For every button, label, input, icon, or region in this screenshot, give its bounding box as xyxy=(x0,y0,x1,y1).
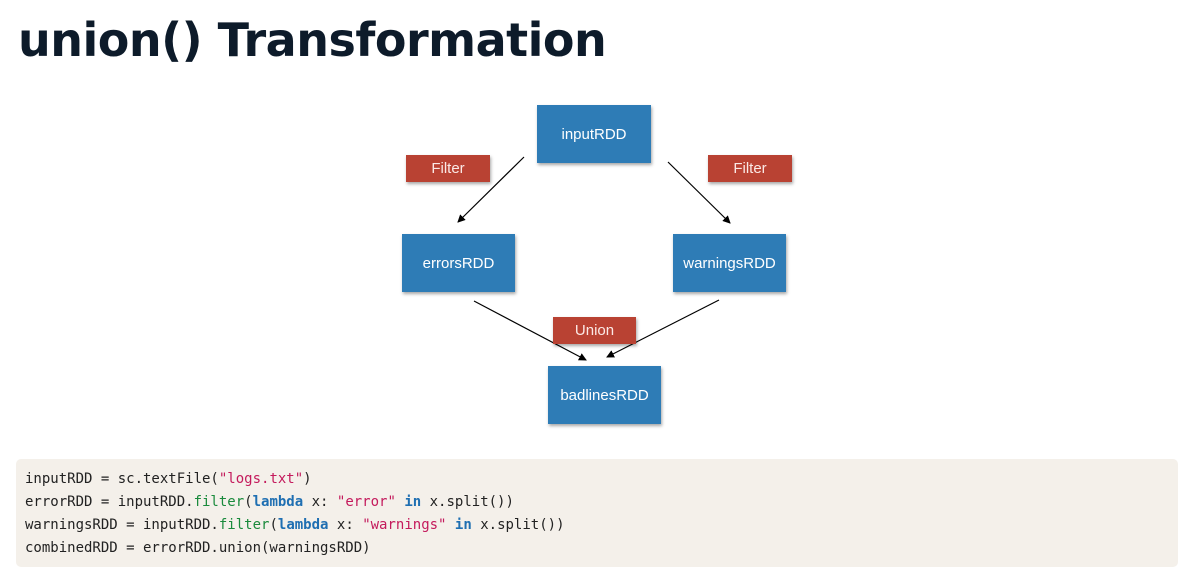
code-token: filter xyxy=(218,517,270,533)
code-token: combinedRDD = errorRDD.union(warningsRDD… xyxy=(25,540,371,556)
node-warningsRDD: warningsRDD xyxy=(673,234,786,292)
code-token: "error" xyxy=(336,494,396,510)
code-token: in xyxy=(454,517,472,533)
code-token: in xyxy=(404,494,422,510)
code-token: "warnings" xyxy=(362,517,447,533)
code-token: ( xyxy=(269,517,278,533)
operation-filter-left: Filter xyxy=(406,155,490,182)
code-token: x.split()) xyxy=(421,494,514,510)
code-token: x.split()) xyxy=(471,517,565,533)
operation-union: Union xyxy=(553,317,636,344)
code-line: warningsRDD = inputRDD.filter(lambda x: … xyxy=(25,514,1178,537)
union-diagram: inputRDD errorsRDD warningsRDD badlinesR… xyxy=(0,0,1193,450)
code-token: errorRDD = inputRDD. xyxy=(25,494,194,510)
code-token: ( xyxy=(244,494,253,510)
code-token: x: xyxy=(328,517,363,533)
code-token: inputRDD = sc.textFile( xyxy=(25,471,219,487)
code-token: filter xyxy=(193,494,245,510)
code-block: inputRDD = sc.textFile("logs.txt") errorR… xyxy=(16,459,1178,567)
code-token: lambda xyxy=(252,494,304,510)
code-token: warningsRDD = inputRDD. xyxy=(25,517,219,533)
code-token: x: xyxy=(303,494,337,510)
code-token: lambda xyxy=(277,517,329,533)
code-token: "logs.txt" xyxy=(218,471,304,487)
node-errorsRDD: errorsRDD xyxy=(402,234,515,292)
code-token: ) xyxy=(303,471,312,487)
node-inputRDD: inputRDD xyxy=(537,105,651,163)
code-line: inputRDD = sc.textFile("logs.txt") xyxy=(25,468,1178,491)
node-badlinesRDD: badlinesRDD xyxy=(548,366,661,424)
code-line: combinedRDD = errorRDD.union(warningsRDD… xyxy=(25,537,1178,560)
operation-filter-right: Filter xyxy=(708,155,792,182)
code-line: errorRDD = inputRDD.filter(lambda x: "er… xyxy=(25,491,1178,514)
